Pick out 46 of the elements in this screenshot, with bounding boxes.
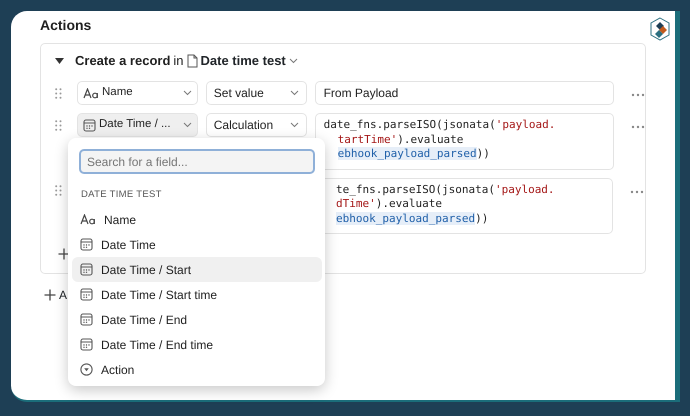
calendar-icon — [80, 313, 93, 326]
group-heading: DATE TIME TEST — [81, 188, 163, 202]
add-action-button[interactable]: A — [44, 286, 68, 304]
field-select[interactable]: Date Time / ... — [77, 113, 198, 137]
dropdown-circle-icon — [80, 363, 93, 376]
code-line: dTime').evaluate — [335, 197, 443, 212]
document-icon — [186, 54, 198, 68]
plus-icon[interactable] — [44, 289, 56, 301]
more-icon — [631, 125, 645, 130]
text-type-icon — [80, 214, 96, 226]
calendar-icon — [80, 238, 93, 252]
field-select[interactable]: Name — [77, 81, 198, 105]
more-icon — [630, 190, 644, 194]
section-title: Actions — [40, 16, 92, 35]
joiner-text: in — [173, 52, 184, 70]
text-type-icon — [83, 88, 99, 98]
code-line: tartTime').evaluate — [336, 132, 464, 147]
calendar-icon — [80, 338, 93, 352]
menu-item[interactable]: Date Time — [72, 232, 322, 258]
plus-icon[interactable] — [58, 248, 70, 260]
action-type: Create a record — [75, 52, 170, 70]
calendar-icon — [83, 118, 96, 132]
calendar-icon — [80, 263, 93, 276]
table-picker[interactable]: Date time test — [186, 51, 298, 71]
value-field[interactable]: From Payload — [314, 81, 614, 105]
chevron-down-icon — [290, 90, 299, 96]
operation-select[interactable]: Calculation — [206, 113, 307, 137]
chevron-down-icon — [182, 90, 192, 96]
code-line: date_fns.parseISO(jsonata('payload. — [324, 118, 556, 132]
drag-handle-icon[interactable] — [55, 88, 62, 99]
more-icon — [631, 93, 645, 98]
menu-item[interactable]: Date Time / End — [72, 307, 322, 332]
chevron-down-icon — [290, 122, 299, 128]
search-field[interactable]: Search for a field... — [79, 149, 315, 174]
code-line: te_fns.parseISO(jsonata('payload. — [335, 182, 556, 197]
calendar-icon — [80, 288, 93, 302]
collapse-toggle-icon[interactable] — [55, 58, 64, 64]
drag-handle-icon[interactable] — [55, 120, 62, 131]
drag-handle-icon[interactable] — [55, 184, 62, 196]
operation-select[interactable]: Set value — [206, 81, 307, 105]
menu-item[interactable]: Action — [72, 357, 322, 382]
chevron-down-icon — [288, 58, 298, 64]
menu-item[interactable]: Date Time / End time — [72, 332, 322, 358]
chevron-down-icon — [182, 122, 192, 128]
menu-item[interactable]: Date Time / Start — [72, 257, 322, 282]
menu-item[interactable]: Date Time / Start time — [72, 282, 322, 308]
